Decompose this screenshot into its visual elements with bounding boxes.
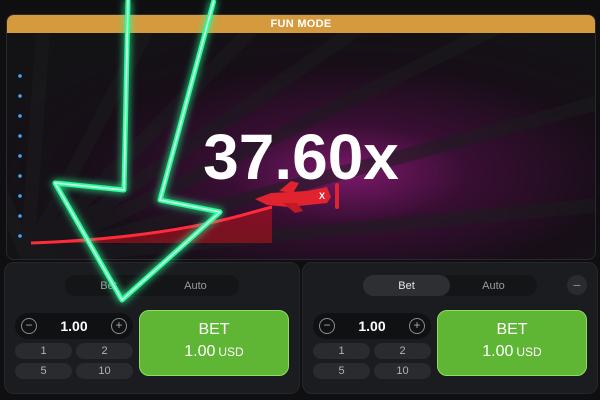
chip-1[interactable]: 1	[313, 343, 370, 359]
remove-panel-button[interactable]: −	[567, 275, 587, 295]
flight-stage: X 37.60x	[7, 33, 595, 259]
y-axis-dots	[18, 74, 22, 238]
chip-10[interactable]: 10	[76, 363, 133, 379]
decrease-amount-button-2[interactable]: −	[319, 318, 335, 334]
amount-value-1[interactable]: 1.00	[60, 318, 87, 334]
bet-panel-1: Bet Auto − 1.00 + 1 2 5 10 BET 1.00 USD	[4, 262, 300, 394]
amount-value-2[interactable]: 1.00	[358, 318, 385, 334]
tab-bet-2[interactable]: Bet	[363, 275, 450, 296]
mode-toggle-2: Bet Auto	[363, 275, 537, 296]
tab-auto-2[interactable]: Auto	[450, 275, 537, 296]
game-area: FUN MODE X 37.60x	[6, 14, 596, 260]
tab-auto-1[interactable]: Auto	[152, 275, 239, 296]
quick-amounts-2: 1 2 5 10	[313, 343, 431, 379]
chip-5[interactable]: 5	[313, 363, 370, 379]
chip-10[interactable]: 10	[374, 363, 431, 379]
tab-bet-1[interactable]: Bet	[65, 275, 152, 296]
mode-toggle-1: Bet Auto	[65, 275, 239, 296]
bet-amount-1: 1.00	[184, 343, 216, 360]
increase-amount-button-2[interactable]: +	[409, 318, 425, 334]
bet-button-1[interactable]: BET 1.00 USD	[139, 310, 289, 376]
multiplier-readout: 37.60x	[203, 121, 399, 193]
fun-mode-label: FUN MODE	[270, 18, 332, 30]
amount-stepper-1: − 1.00 +	[15, 313, 133, 339]
chip-2[interactable]: 2	[76, 343, 133, 359]
bet-currency-1: USD	[218, 345, 244, 359]
bet-amount-2: 1.00	[482, 343, 514, 360]
amount-stepper-2: − 1.00 +	[313, 313, 431, 339]
chip-2[interactable]: 2	[374, 343, 431, 359]
bet-label-1: BET	[198, 321, 230, 338]
bet-panel-2: Bet Auto − − 1.00 + 1 2 5 10 BET 1.00 USD	[302, 262, 598, 394]
fun-mode-banner: FUN MODE	[7, 15, 595, 33]
bet-label-2: BET	[496, 321, 528, 338]
decrease-amount-button-1[interactable]: −	[21, 318, 37, 334]
chip-1[interactable]: 1	[15, 343, 72, 359]
chip-5[interactable]: 5	[15, 363, 72, 379]
bet-button-2[interactable]: BET 1.00 USD	[437, 310, 587, 376]
quick-amounts-1: 1 2 5 10	[15, 343, 133, 379]
bet-currency-2: USD	[516, 345, 542, 359]
increase-amount-button-1[interactable]: +	[111, 318, 127, 334]
